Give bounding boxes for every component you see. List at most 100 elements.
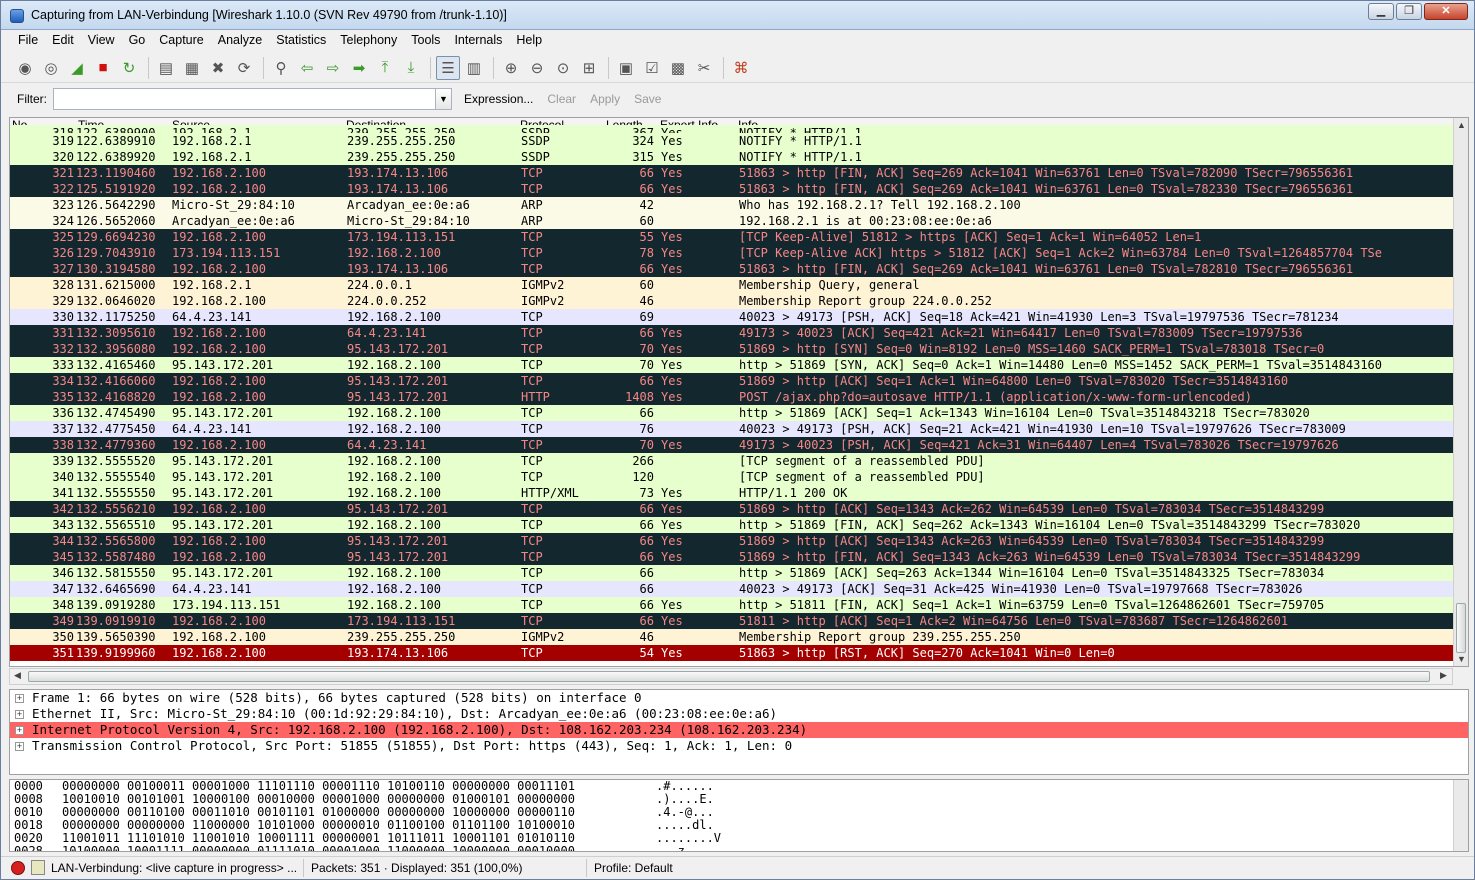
packet-row[interactable]: 342 132.5556210 192.168.2.100 95.143.172.20… xyxy=(10,501,1454,517)
menu-edit[interactable]: Edit xyxy=(45,30,81,52)
maximize-button[interactable]: ❐ xyxy=(1396,3,1422,20)
capture-options-icon[interactable]: ◎ xyxy=(39,56,63,80)
expand-icon[interactable]: + xyxy=(15,742,24,751)
close-button[interactable]: ✕ xyxy=(1424,3,1468,20)
minimize-button[interactable]: ▁ xyxy=(1368,3,1394,20)
help-icon[interactable]: ⌘ xyxy=(729,56,753,80)
go-last-icon[interactable]: ⤓ xyxy=(399,56,423,80)
packet-row[interactable]: 344 132.5565800 192.168.2.100 95.143.172.20… xyxy=(10,533,1454,549)
display-filters-icon[interactable]: ☑ xyxy=(640,56,664,80)
packet-row[interactable]: 321 123.1190460 192.168.2.100 193.174.13.10… xyxy=(10,165,1454,181)
capture-status-icon[interactable] xyxy=(11,861,25,875)
packet-row[interactable]: 330 132.1175250 64.4.23.141 192.168.2.100 TC… xyxy=(10,309,1454,325)
packet-row[interactable]: 338 132.4779360 192.168.2.100 64.4.23.141 TC… xyxy=(10,437,1454,453)
packet-row[interactable]: 348 139.0919280 173.194.113.151 192.168.2.1… xyxy=(10,597,1454,613)
go-forward-icon[interactable]: ⇨ xyxy=(321,56,345,80)
menu-telephony[interactable]: Telephony xyxy=(333,30,404,52)
packet-row[interactable]: 334 132.4166060 192.168.2.100 95.143.172.20… xyxy=(10,373,1454,389)
colorize-icon[interactable]: ☰ xyxy=(436,55,460,80)
packet-list[interactable]: No. Time Source Destination Protocol Len… xyxy=(9,117,1469,667)
packet-row[interactable]: 346 132.5815550 95.143.172.201 192.168.2.10… xyxy=(10,565,1454,581)
packet-list-hscrollbar[interactable]: ◀ ▶ xyxy=(9,668,1453,685)
open-file-icon[interactable]: ▤ xyxy=(154,56,178,80)
zoom-in-icon[interactable]: ⊕ xyxy=(499,56,523,80)
capture-filters-icon[interactable]: ▣ xyxy=(614,56,638,80)
go-back-icon[interactable]: ⇦ xyxy=(295,56,319,80)
bytes-vscrollbar[interactable] xyxy=(1453,780,1468,851)
packet-row[interactable]: 335 132.4168820 192.168.2.100 95.143.172.20… xyxy=(10,389,1454,405)
packet-details-pane[interactable]: + Frame 1: 66 bytes on wire (528 bits), 6… xyxy=(9,689,1469,775)
packet-row[interactable]: 327 130.3194580 192.168.2.100 193.174.13.10… xyxy=(10,261,1454,277)
packet-row[interactable]: 319 122.6389910 192.168.2.1 239.255.255.250… xyxy=(10,133,1454,149)
packet-row[interactable]: 343 132.5565510 95.143.172.201 192.168.2.10… xyxy=(10,517,1454,533)
scroll-down-icon[interactable]: ▼ xyxy=(1457,654,1466,664)
reload-file-icon[interactable]: ⟳ xyxy=(232,56,256,80)
packet-row[interactable]: 339 132.5555520 95.143.172.201 192.168.2.10… xyxy=(10,453,1454,469)
packet-row[interactable]: 320 122.6389920 192.168.2.1 239.255.255.250… xyxy=(10,149,1454,165)
restart-capture-icon[interactable]: ↻ xyxy=(117,56,141,80)
find-packet-icon[interactable]: ⚲ xyxy=(269,56,293,80)
packet-row[interactable]: 332 132.3956080 192.168.2.100 95.143.172.20… xyxy=(10,341,1454,357)
start-capture-icon[interactable]: ◢ xyxy=(65,56,89,80)
expression-button[interactable]: Expression... xyxy=(464,92,533,106)
packet-row[interactable]: 347 132.6465690 64.4.23.141 192.168.2.100 TC… xyxy=(10,581,1454,597)
go-first-icon[interactable]: ⤒ xyxy=(373,56,397,80)
menu-statistics[interactable]: Statistics xyxy=(269,30,333,52)
zoom-normal-icon[interactable]: ⊙ xyxy=(551,56,575,80)
menu-tools[interactable]: Tools xyxy=(404,30,447,52)
title-bar[interactable]: Capturing from LAN-Verbindung [Wireshark… xyxy=(1,1,1474,30)
expand-icon[interactable]: + xyxy=(15,726,24,735)
close-file-icon[interactable]: ✖ xyxy=(206,56,230,80)
resize-columns-icon[interactable]: ⊞ xyxy=(577,56,601,80)
coloring-rules-icon[interactable]: ▩ xyxy=(666,56,690,80)
filter-dropdown-icon[interactable]: ▼ xyxy=(436,88,452,110)
packet-row[interactable]: 325 129.6694230 192.168.2.100 173.194.113.1… xyxy=(10,229,1454,245)
save-file-icon[interactable]: ▦ xyxy=(180,56,204,80)
profile-label[interactable]: Profile: Default xyxy=(594,861,673,875)
filter-input[interactable] xyxy=(53,88,436,110)
packet-bytes-pane[interactable]: 0000 00000000 00100011 00001000 11101110 … xyxy=(9,779,1469,852)
packet-row[interactable]: 323 126.5642290 Micro-St_29:84:10 Arcadyan_… xyxy=(10,197,1454,213)
packet-row[interactable]: 345 132.5587480 192.168.2.100 95.143.172.20… xyxy=(10,549,1454,565)
menu-file[interactable]: File xyxy=(11,30,45,52)
menu-help[interactable]: Help xyxy=(509,30,549,52)
menu-view[interactable]: View xyxy=(81,30,122,52)
zoom-out-icon[interactable]: ⊖ xyxy=(525,56,549,80)
stop-capture-icon[interactable]: ■ xyxy=(91,56,115,80)
packet-row[interactable]: 324 126.5652060 Arcadyan_ee:0e:a6 Micro-St_… xyxy=(10,213,1454,229)
scroll-right-icon[interactable]: ▶ xyxy=(1440,670,1447,681)
go-to-packet-icon[interactable]: ➡ xyxy=(347,56,371,80)
autoscroll-icon[interactable]: ▥ xyxy=(462,56,486,80)
apply-button[interactable]: Apply xyxy=(590,92,620,106)
interface-list-icon[interactable]: ◉ xyxy=(13,56,37,80)
packet-row[interactable]: 341 132.5555550 95.143.172.201 192.168.2.10… xyxy=(10,485,1454,501)
expand-icon[interactable]: + xyxy=(15,710,24,719)
scroll-thumb[interactable] xyxy=(1456,603,1466,653)
packet-row[interactable]: 349 139.0919910 192.168.2.100 173.194.113.1… xyxy=(10,613,1454,629)
packet-list-vscrollbar[interactable]: ▲ ▼ xyxy=(1453,118,1468,666)
expand-icon[interactable]: + xyxy=(15,694,24,703)
packet-row[interactable]: 322 125.5191920 192.168.2.100 193.174.13.10… xyxy=(10,181,1454,197)
hscroll-thumb[interactable] xyxy=(28,671,1430,682)
menu-capture[interactable]: Capture xyxy=(152,30,210,52)
menu-analyze[interactable]: Analyze xyxy=(211,30,269,52)
detail-tree-item[interactable]: + Internet Protocol Version 4, Src: 192.1… xyxy=(10,722,1468,738)
capture-comment-icon[interactable] xyxy=(31,860,45,875)
packet-row[interactable]: 329 132.0646020 192.168.2.100 224.0.0.252 IG… xyxy=(10,293,1454,309)
packet-row[interactable]: 340 132.5555540 95.143.172.201 192.168.2.10… xyxy=(10,469,1454,485)
packet-row[interactable]: 350 139.5650390 192.168.2.100 239.255.255.2… xyxy=(10,629,1454,645)
detail-tree-item[interactable]: + Frame 1: 66 bytes on wire (528 bits), 6… xyxy=(10,690,1468,706)
packet-row[interactable]: 351 139.9199960 192.168.2.100 193.174.13.10… xyxy=(10,645,1454,661)
menu-go[interactable]: Go xyxy=(122,30,153,52)
packet-row[interactable]: 328 131.6215000 192.168.2.1 224.0.0.1 IGMPv2… xyxy=(10,277,1454,293)
scroll-up-icon[interactable]: ▲ xyxy=(1457,120,1466,130)
packet-row[interactable]: 337 132.4775450 64.4.23.141 192.168.2.100 TC… xyxy=(10,421,1454,437)
packet-row[interactable]: 326 129.7043910 173.194.113.151 192.168.2.1… xyxy=(10,245,1454,261)
packet-row[interactable]: 336 132.4745490 95.143.172.201 192.168.2.10… xyxy=(10,405,1454,421)
detail-tree-item[interactable]: + Transmission Control Protocol, Src Port… xyxy=(10,738,1468,754)
packet-row[interactable]: 318 122.6389900 192.168.2.1 239.255.255.250… xyxy=(10,125,1454,133)
menu-internals[interactable]: Internals xyxy=(447,30,509,52)
save-button[interactable]: Save xyxy=(634,92,661,106)
packet-row[interactable]: 333 132.4165460 95.143.172.201 192.168.2.10… xyxy=(10,357,1454,373)
packet-row[interactable]: 331 132.3095610 192.168.2.100 64.4.23.141 TC… xyxy=(10,325,1454,341)
